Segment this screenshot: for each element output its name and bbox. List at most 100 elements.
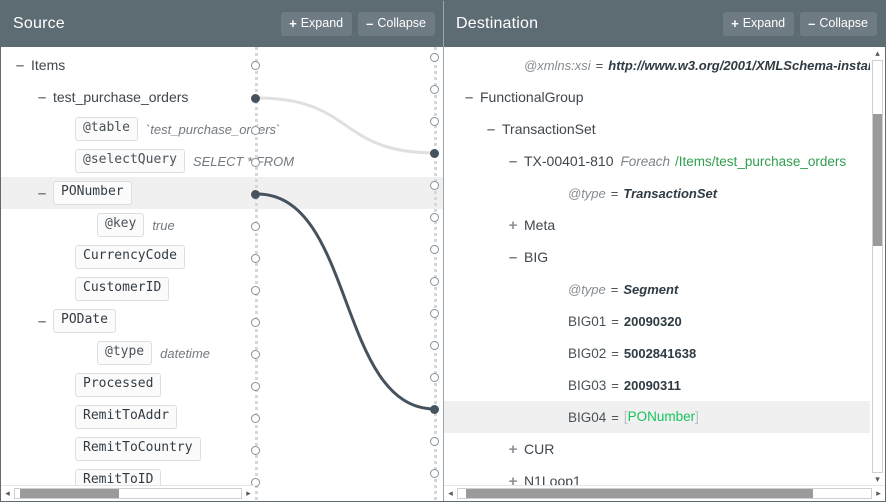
destination-mapped-value[interactable]: [PONumber] <box>624 408 699 426</box>
expand-node-icon[interactable]: + <box>502 218 524 233</box>
destination-tree-row[interactable]: @type = Segment <box>444 273 885 305</box>
source-field-chip[interactable]: PODate <box>53 309 116 333</box>
destination-tree-row[interactable]: BIG04 = [PONumber] <box>444 401 885 433</box>
destination-vertical-scrollbar[interactable]: ▴ ▾ <box>870 47 885 486</box>
destination-tree[interactable]: @xmlns:xsi = http://www.w3.org/2001/XMLSch… <box>444 47 885 501</box>
source-connector-port[interactable] <box>251 350 260 359</box>
destination-tree-row[interactable]: @type = TransactionSet <box>444 177 885 209</box>
destination-connector-port[interactable] <box>430 373 439 382</box>
source-tree-row[interactable]: @key true <box>1 209 443 241</box>
source-field-chip[interactable]: Processed <box>75 373 162 397</box>
source-field-chip[interactable]: CurrencyCode <box>75 245 185 269</box>
scroll-right-icon[interactable]: ▸ <box>242 489 255 498</box>
destination-collapse-button[interactable]: – Collapse <box>800 12 877 36</box>
source-tree-row[interactable]: @table `test_purchase_orders` <box>1 113 443 145</box>
source-field-chip[interactable]: @selectQuery <box>75 149 185 173</box>
source-tree-row[interactable]: – test_purchase_orders <box>1 81 443 113</box>
source-connector-port[interactable] <box>251 94 260 103</box>
destination-connector-port[interactable] <box>430 213 439 222</box>
destination-connector-port[interactable] <box>430 53 439 62</box>
collapse-node-icon[interactable]: – <box>480 122 502 137</box>
destination-tree-row[interactable]: BIG02 = 5002841638 <box>444 337 885 369</box>
source-tree-row[interactable]: CurrencyCode <box>1 241 443 273</box>
source-connector-port[interactable] <box>251 414 260 423</box>
destination-connector-port[interactable] <box>430 469 439 478</box>
destination-tree-row[interactable]: @xmlns:xsi = http://www.w3.org/2001/XMLSch… <box>444 49 885 81</box>
destination-hscroll-thumb[interactable] <box>466 489 814 498</box>
destination-connector-port[interactable] <box>430 341 439 350</box>
source-tree-row[interactable]: RemitToAddr <box>1 401 443 433</box>
source-tree-row[interactable]: CustomerID <box>1 273 443 305</box>
source-tree[interactable]: – Items – test_purchase_orders @table `test_p… <box>1 47 443 501</box>
source-tree-row[interactable]: Processed <box>1 369 443 401</box>
source-field-chip[interactable]: PONumber <box>53 181 132 205</box>
source-connector-port[interactable] <box>251 61 260 70</box>
destination-tree-row[interactable]: BIG03 = 20090311 <box>444 369 885 401</box>
collapse-node-icon[interactable]: – <box>502 250 524 265</box>
source-connector-rail <box>255 47 258 501</box>
destination-vscroll-thumb[interactable] <box>873 114 882 246</box>
source-tree-row[interactable]: – Items <box>1 49 443 81</box>
source-hscroll-thumb[interactable] <box>19 489 119 498</box>
collapse-node-icon[interactable]: – <box>458 90 480 105</box>
destination-tree-row[interactable]: – TransactionSet <box>444 113 885 145</box>
destination-field-name: BIG02 <box>568 345 607 361</box>
destination-tree-row[interactable]: – FunctionalGroup <box>444 81 885 113</box>
source-horizontal-scrollbar[interactable]: ◂ ▸ <box>1 485 255 501</box>
source-expand-button[interactable]: + Expand <box>281 12 353 36</box>
collapse-node-icon[interactable]: – <box>31 314 53 329</box>
destination-tree-row[interactable]: – BIG <box>444 241 885 273</box>
source-connector-port[interactable] <box>251 190 260 199</box>
collapse-node-icon[interactable]: – <box>502 154 524 169</box>
source-hscroll-track[interactable] <box>14 488 242 499</box>
destination-connector-port[interactable] <box>430 309 439 318</box>
source-field-chip[interactable]: RemitToAddr <box>75 405 178 429</box>
source-connector-port[interactable] <box>251 382 260 391</box>
destination-hscroll-track[interactable] <box>457 488 872 499</box>
destination-tree-row[interactable]: – TX-00401-810 Foreach/Items/test_purchase… <box>444 145 885 177</box>
destination-connector-port[interactable] <box>430 405 439 414</box>
source-connector-port[interactable] <box>251 126 260 135</box>
destination-tree-row[interactable]: BIG01 = 20090320 <box>444 305 885 337</box>
destination-vscroll-track[interactable] <box>872 60 883 473</box>
minus-icon: – <box>808 16 816 31</box>
source-connector-port[interactable] <box>251 222 260 231</box>
scroll-left-icon[interactable]: ◂ <box>1 489 14 498</box>
destination-connector-port[interactable] <box>430 277 439 286</box>
source-tree-row[interactable]: RemitToCountry <box>1 433 443 465</box>
collapse-node-icon[interactable]: – <box>9 58 31 73</box>
source-collapse-button[interactable]: – Collapse <box>358 12 435 36</box>
destination-connector-port[interactable] <box>430 85 439 94</box>
source-field-chip[interactable]: CustomerID <box>75 277 170 301</box>
expand-node-icon[interactable]: + <box>502 442 524 457</box>
source-field-chip[interactable]: @type <box>97 341 153 365</box>
source-connector-port[interactable] <box>251 446 260 455</box>
destination-field-value: 5002841638 <box>623 345 697 361</box>
source-tree-row[interactable]: @type datetime <box>1 337 443 369</box>
source-connector-port[interactable] <box>251 158 260 167</box>
destination-tree-row[interactable]: + CUR <box>444 433 885 465</box>
source-tree-row[interactable]: – PODate <box>1 305 443 337</box>
source-field-chip[interactable]: RemitToCountry <box>75 437 201 461</box>
source-tree-row[interactable]: – PONumber <box>1 177 443 209</box>
source-tree-row[interactable]: @selectQuery SELECT * FROM <box>1 145 443 177</box>
destination-connector-port[interactable] <box>430 181 439 190</box>
source-connector-port[interactable] <box>251 286 260 295</box>
scroll-up-icon[interactable]: ▴ <box>875 47 880 60</box>
collapse-node-icon[interactable]: – <box>31 90 53 105</box>
destination-horizontal-scrollbar[interactable]: ◂ ▸ <box>444 485 885 501</box>
source-field-chip[interactable]: @table <box>75 117 138 141</box>
destination-connector-port[interactable] <box>430 245 439 254</box>
source-field-chip[interactable]: @key <box>97 213 145 237</box>
destination-connector-port[interactable] <box>430 149 439 158</box>
source-connector-port[interactable] <box>251 318 260 327</box>
destination-connector-port[interactable] <box>430 117 439 126</box>
destination-tree-row[interactable]: + Meta <box>444 209 885 241</box>
source-connector-port[interactable] <box>251 254 260 263</box>
destination-connector-port[interactable] <box>430 437 439 446</box>
collapse-node-icon[interactable]: – <box>31 186 53 201</box>
scroll-left-icon[interactable]: ◂ <box>444 489 457 498</box>
scroll-right-icon[interactable]: ▸ <box>872 489 885 498</box>
destination-expand-button[interactable]: + Expand <box>723 12 795 36</box>
foreach-source-path[interactable]: /Items/test_purchase_orders <box>675 154 846 169</box>
